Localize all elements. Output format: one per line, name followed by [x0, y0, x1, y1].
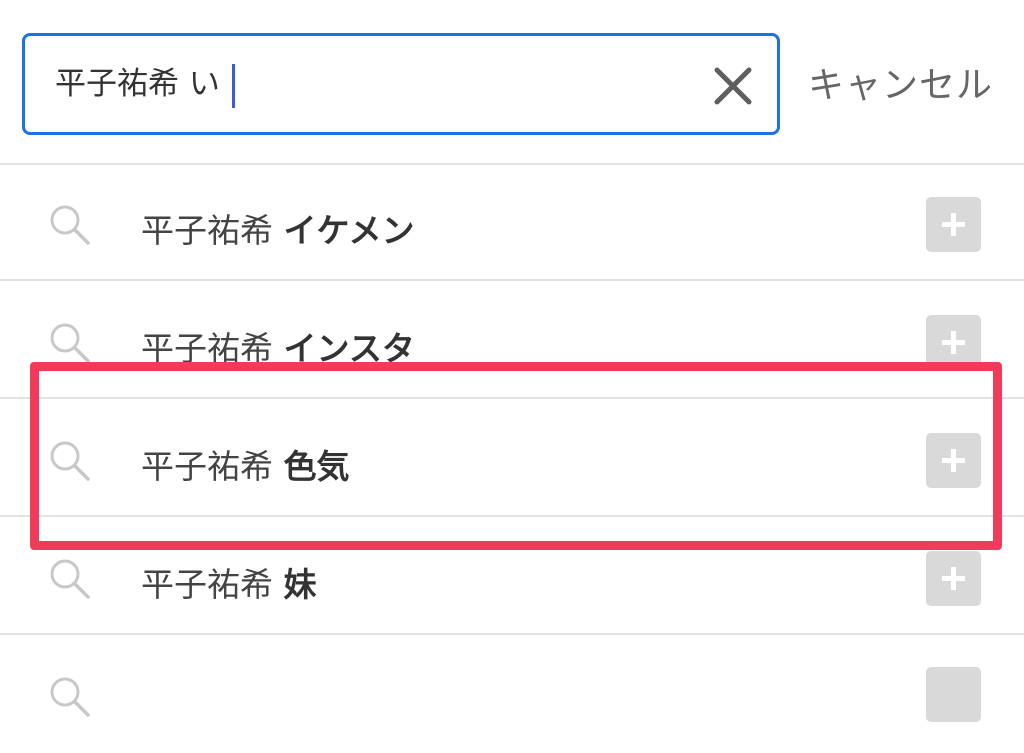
suggestion-item[interactable]: 平子祐希 インスタ	[0, 283, 1024, 399]
suggestion-text: 平子祐希 イケメン	[141, 204, 415, 252]
suggestion-prefix: 平子祐希	[141, 329, 273, 368]
clear-search-button[interactable]	[711, 64, 755, 108]
cancel-button[interactable]: キャンセル	[808, 60, 993, 112]
plus-icon	[942, 331, 965, 354]
suggestion-completion: 妹	[283, 565, 317, 604]
suggestion-item[interactable]: 平子祐希 妹	[0, 519, 1024, 635]
search-icon	[50, 323, 90, 363]
plus-icon	[942, 213, 965, 236]
append-suggestion-button[interactable]	[926, 197, 981, 252]
search-icon	[50, 559, 90, 599]
suggestion-prefix: 平子祐希	[141, 447, 273, 486]
append-suggestion-button[interactable]	[926, 551, 981, 606]
text-caret	[232, 64, 235, 108]
search-icon	[50, 205, 90, 245]
suggestion-prefix: 平子祐希	[141, 565, 273, 604]
suggestion-item[interactable]: 平子祐希 イケメン	[0, 165, 1024, 281]
suggestion-item[interactable]: 平子祐希 色気	[0, 401, 1024, 517]
suggestion-prefix: 平子祐希	[141, 211, 273, 250]
suggestion-completion: 色気	[283, 447, 350, 486]
suggestion-text: 平子祐希 色気	[141, 440, 350, 488]
plus-icon	[942, 567, 965, 590]
append-suggestion-button[interactable]	[926, 433, 981, 488]
search-icon	[50, 441, 90, 481]
suggestion-text: 平子祐希 妹	[141, 558, 317, 606]
search-icon	[50, 677, 90, 717]
search-query-text[interactable]: 平子祐希 い	[55, 36, 220, 132]
close-icon	[714, 67, 752, 105]
suggestion-completion: インスタ	[283, 329, 415, 368]
suggestion-item-partial[interactable]	[0, 637, 1024, 753]
suggestion-completion: イケメン	[283, 211, 415, 250]
plus-icon	[942, 449, 965, 472]
search-input[interactable]: 平子祐希 い	[22, 33, 780, 135]
suggestion-text: 平子祐希 インスタ	[141, 322, 415, 370]
append-suggestion-button[interactable]	[926, 667, 981, 722]
append-suggestion-button[interactable]	[926, 315, 981, 370]
